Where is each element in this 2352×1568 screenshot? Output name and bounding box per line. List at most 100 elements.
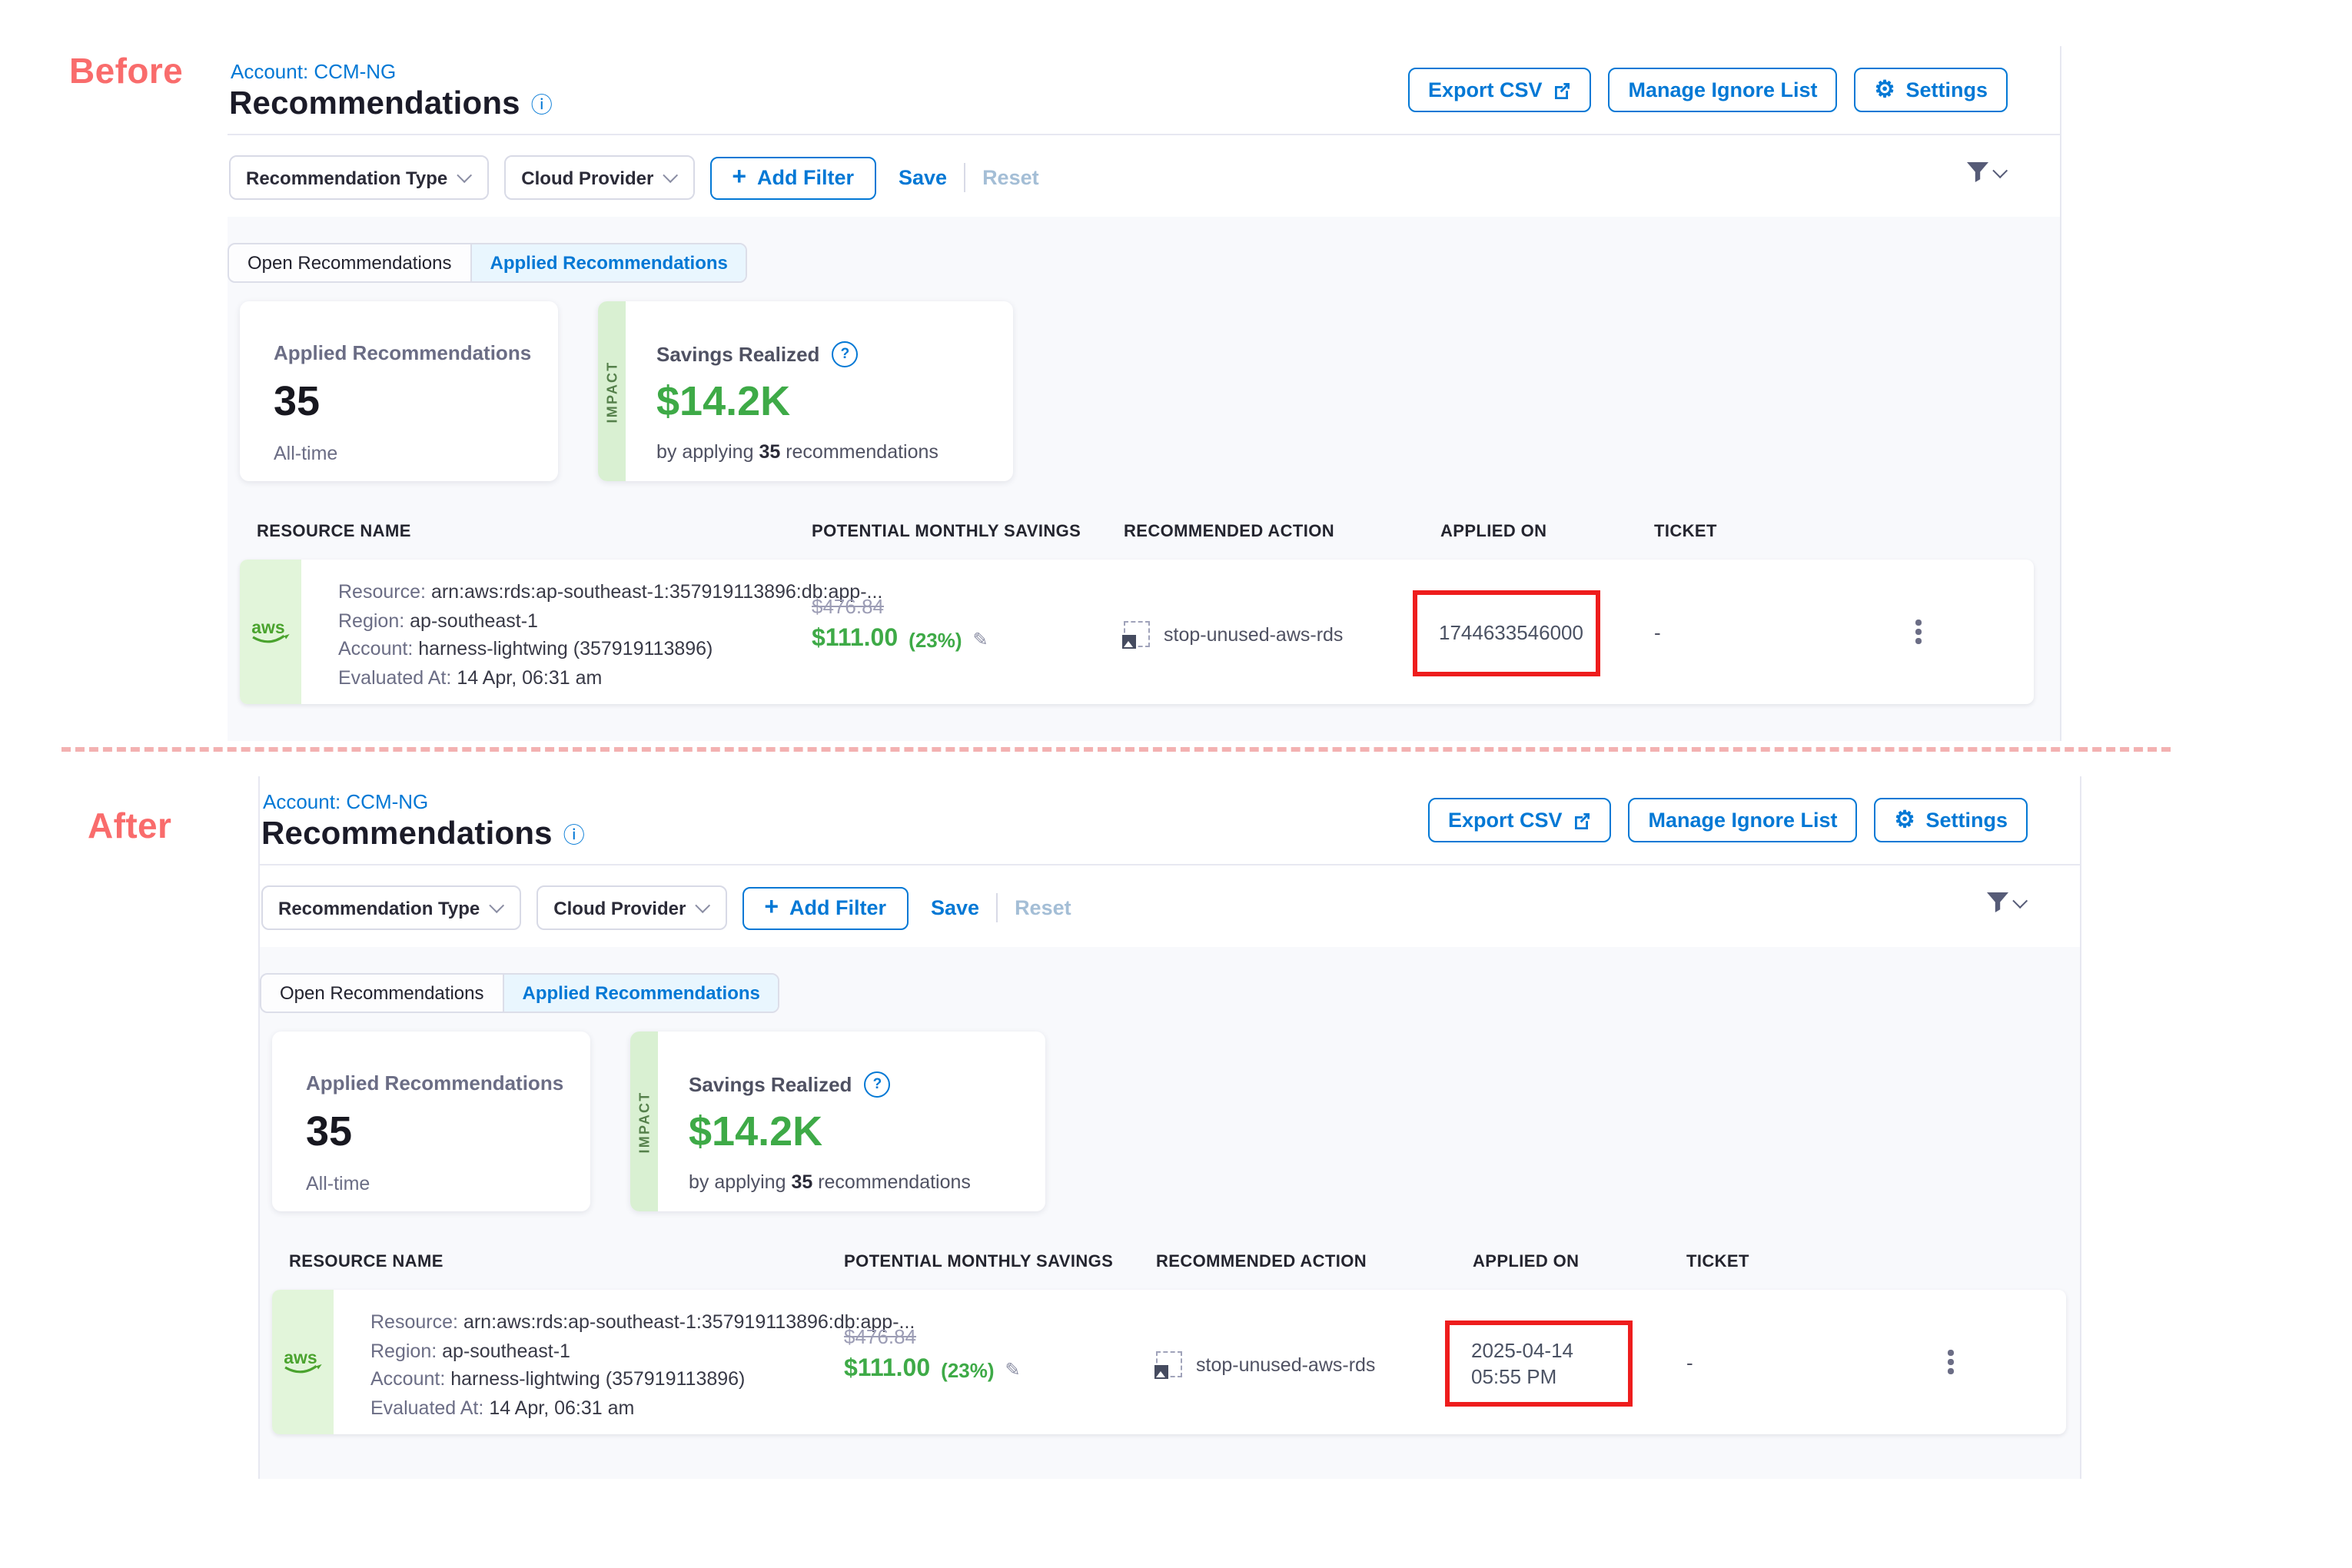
export-csv-button[interactable]: Export CSV [1408, 68, 1592, 112]
save-filter-link[interactable]: Save [899, 166, 947, 189]
column-ticket: TICKET [1686, 1253, 1749, 1271]
resource-line: Resource: arn:aws:rds:ap-southeast-1:357… [338, 578, 882, 606]
chevron-down-icon [490, 898, 505, 913]
column-resource-name: RESOURCE NAME [257, 523, 411, 541]
settings-button[interactable]: ⚙ Settings [1855, 68, 2008, 112]
account-breadcrumb[interactable]: Account: CCM-NG [263, 790, 428, 813]
reset-filter-link[interactable]: Reset [982, 166, 1039, 189]
recommended-action-label: stop-unused-aws-rds [1196, 1354, 1375, 1375]
toolbar: Export CSV Manage Ignore List ⚙ Settings [1408, 68, 2008, 112]
chevron-down-icon [1992, 162, 2008, 178]
export-csv-button[interactable]: Export CSV [1428, 798, 1612, 842]
page-title-row: Recommendations ⓘ [261, 816, 585, 853]
edit-icon[interactable]: ✎ [1005, 1359, 1021, 1380]
help-icon[interactable]: ? [832, 341, 858, 367]
aws-provider-strip: aws [272, 1290, 334, 1434]
savings-realized-card: IMPACT Savings Realized ? $14.2K by appl… [630, 1031, 1045, 1211]
before-section: Account: CCM-NG Recommendations ⓘ Export… [228, 46, 2061, 741]
region-line: Region: ap-southeast-1 [370, 1337, 915, 1365]
page-title: Recommendations [229, 86, 520, 123]
savings-subtitle-suffix: recommendations [780, 441, 938, 463]
applied-card-period: All-time [274, 443, 558, 464]
after-section: Account: CCM-NG Recommendations ⓘ Export… [258, 776, 2081, 1479]
saved-filters-menu[interactable] [1965, 160, 2008, 184]
help-icon[interactable]: ? [864, 1071, 890, 1098]
resource-line: Resource: arn:aws:rds:ap-southeast-1:357… [370, 1308, 915, 1337]
recommendation-type-label: Recommendation Type [246, 167, 447, 188]
header-divider [260, 864, 2080, 865]
savings-subtitle: by applying 35 recommendations [656, 441, 938, 463]
external-link-icon [1553, 81, 1572, 99]
account-breadcrumb[interactable]: Account: CCM-NG [231, 60, 396, 83]
info-icon[interactable]: ⓘ [531, 94, 553, 115]
cloud-provider-filter[interactable]: Cloud Provider [504, 155, 695, 200]
before-annotation-label: Before [69, 51, 183, 92]
manage-ignore-list-button[interactable]: Manage Ignore List [1629, 798, 1858, 842]
comparison-canvas: Before After Account: CCM-NG Recommendat… [0, 0, 2352, 1568]
reset-filter-link[interactable]: Reset [1015, 896, 1071, 919]
add-filter-label: Add Filter [789, 896, 886, 919]
manage-ignore-list-label: Manage Ignore List [1649, 809, 1838, 832]
column-applied-on: APPLIED ON [1440, 523, 1546, 541]
savings-card-title: Savings Realized [689, 1073, 852, 1096]
tab-applied-recommendations[interactable]: Applied Recommendations [503, 975, 779, 1012]
savings-realized-card: IMPACT Savings Realized ? $14.2K by appl… [598, 301, 1013, 481]
export-csv-label: Export CSV [1448, 809, 1563, 832]
save-filter-link[interactable]: Save [931, 896, 979, 919]
savings-value: $111.00 [844, 1356, 930, 1384]
column-ticket: TICKET [1654, 523, 1717, 541]
kebab-menu-icon[interactable] [1943, 1345, 1958, 1378]
saved-filters-menu[interactable] [1985, 890, 2028, 915]
impact-label: IMPACT [604, 360, 620, 423]
add-filter-label: Add Filter [757, 166, 854, 189]
panel-body: Open Recommendations Applied Recommendat… [228, 217, 2060, 741]
applied-on-value: 2025-04-14 [1471, 1337, 1628, 1364]
tab-applied-recommendations[interactable]: Applied Recommendations [470, 244, 746, 281]
column-resource-name: RESOURCE NAME [289, 1253, 443, 1271]
region-line: Region: ap-southeast-1 [338, 606, 882, 635]
chevron-down-icon [457, 168, 473, 183]
tab-open-recommendations[interactable]: Open Recommendations [261, 975, 503, 1012]
stop-instance-icon [1156, 1351, 1182, 1377]
original-cost: $476.84 [812, 595, 988, 618]
aws-provider-strip: aws [240, 560, 301, 704]
filter-links-divider [996, 893, 998, 922]
recommendation-row[interactable]: aws Resource: arn:aws:rds:ap-southeast-1… [240, 560, 2034, 704]
tab-open-recommendations[interactable]: Open Recommendations [229, 244, 470, 281]
ticket-cell: - [1686, 1351, 1693, 1374]
evaluated-line: Evaluated At: 14 Apr, 06:31 am [338, 663, 882, 692]
add-filter-button[interactable]: + Add Filter [742, 886, 908, 929]
kebab-menu-icon[interactable] [1911, 615, 1925, 648]
applied-card-count: 35 [274, 378, 558, 426]
original-cost: $476.84 [844, 1325, 1021, 1348]
page-title: Recommendations [261, 816, 553, 853]
account-line: Account: harness-lightwing (357919113896… [370, 1365, 915, 1394]
recommendation-type-filter[interactable]: Recommendation Type [229, 155, 489, 200]
recommendation-type-label: Recommendation Type [278, 897, 480, 919]
savings-percent: (23%) [909, 628, 962, 651]
recommendation-row[interactable]: aws Resource: arn:aws:rds:ap-southeast-1… [272, 1290, 2066, 1434]
savings-subtitle-prefix: by applying [689, 1171, 791, 1193]
column-applied-on: APPLIED ON [1473, 1253, 1579, 1271]
recommended-action-cell: stop-unused-aws-rds [1156, 1351, 1375, 1377]
cloud-provider-filter[interactable]: Cloud Provider [537, 885, 727, 930]
savings-value: $111.00 [812, 626, 898, 653]
recommendation-type-filter[interactable]: Recommendation Type [261, 885, 521, 930]
filter-bar: Recommendation Type Cloud Provider + Add… [229, 155, 1039, 200]
column-potential-monthly-savings: POTENTIAL MONTHLY SAVINGS [844, 1253, 1113, 1271]
savings-cell: $476.84 $111.00 (23%) ✎ [844, 1325, 1021, 1384]
add-filter-button[interactable]: + Add Filter [710, 156, 875, 199]
after-annotation-label: After [88, 806, 171, 847]
applied-card-period: All-time [306, 1173, 590, 1194]
settings-button[interactable]: ⚙ Settings [1875, 798, 2028, 842]
gear-icon: ⚙ [1875, 78, 1895, 101]
impact-strip: IMPACT [630, 1031, 658, 1211]
filter-funnel-icon [1985, 890, 2011, 915]
info-icon[interactable]: ⓘ [563, 824, 585, 845]
export-csv-label: Export CSV [1428, 78, 1543, 101]
edit-icon[interactable]: ✎ [973, 629, 988, 650]
manage-ignore-list-button[interactable]: Manage Ignore List [1609, 68, 1838, 112]
applied-card-title: Applied Recommendations [274, 341, 558, 364]
filter-bar: Recommendation Type Cloud Provider + Add… [261, 885, 1071, 930]
applied-card-count: 35 [306, 1108, 590, 1156]
